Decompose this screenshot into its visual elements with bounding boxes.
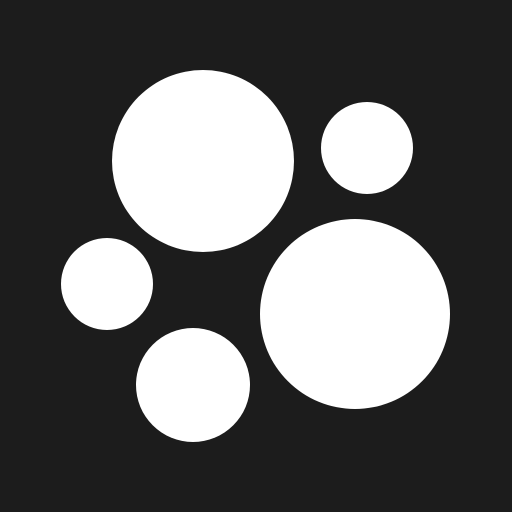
small-circle-left xyxy=(61,238,153,330)
large-circle-bottom-right xyxy=(260,219,450,409)
five-dots-logo-icon xyxy=(0,0,512,512)
medium-circle-bottom xyxy=(136,328,250,442)
small-circle-top-right xyxy=(321,102,413,194)
large-circle-top-left xyxy=(112,70,294,252)
app-icon-canvas xyxy=(0,0,512,512)
